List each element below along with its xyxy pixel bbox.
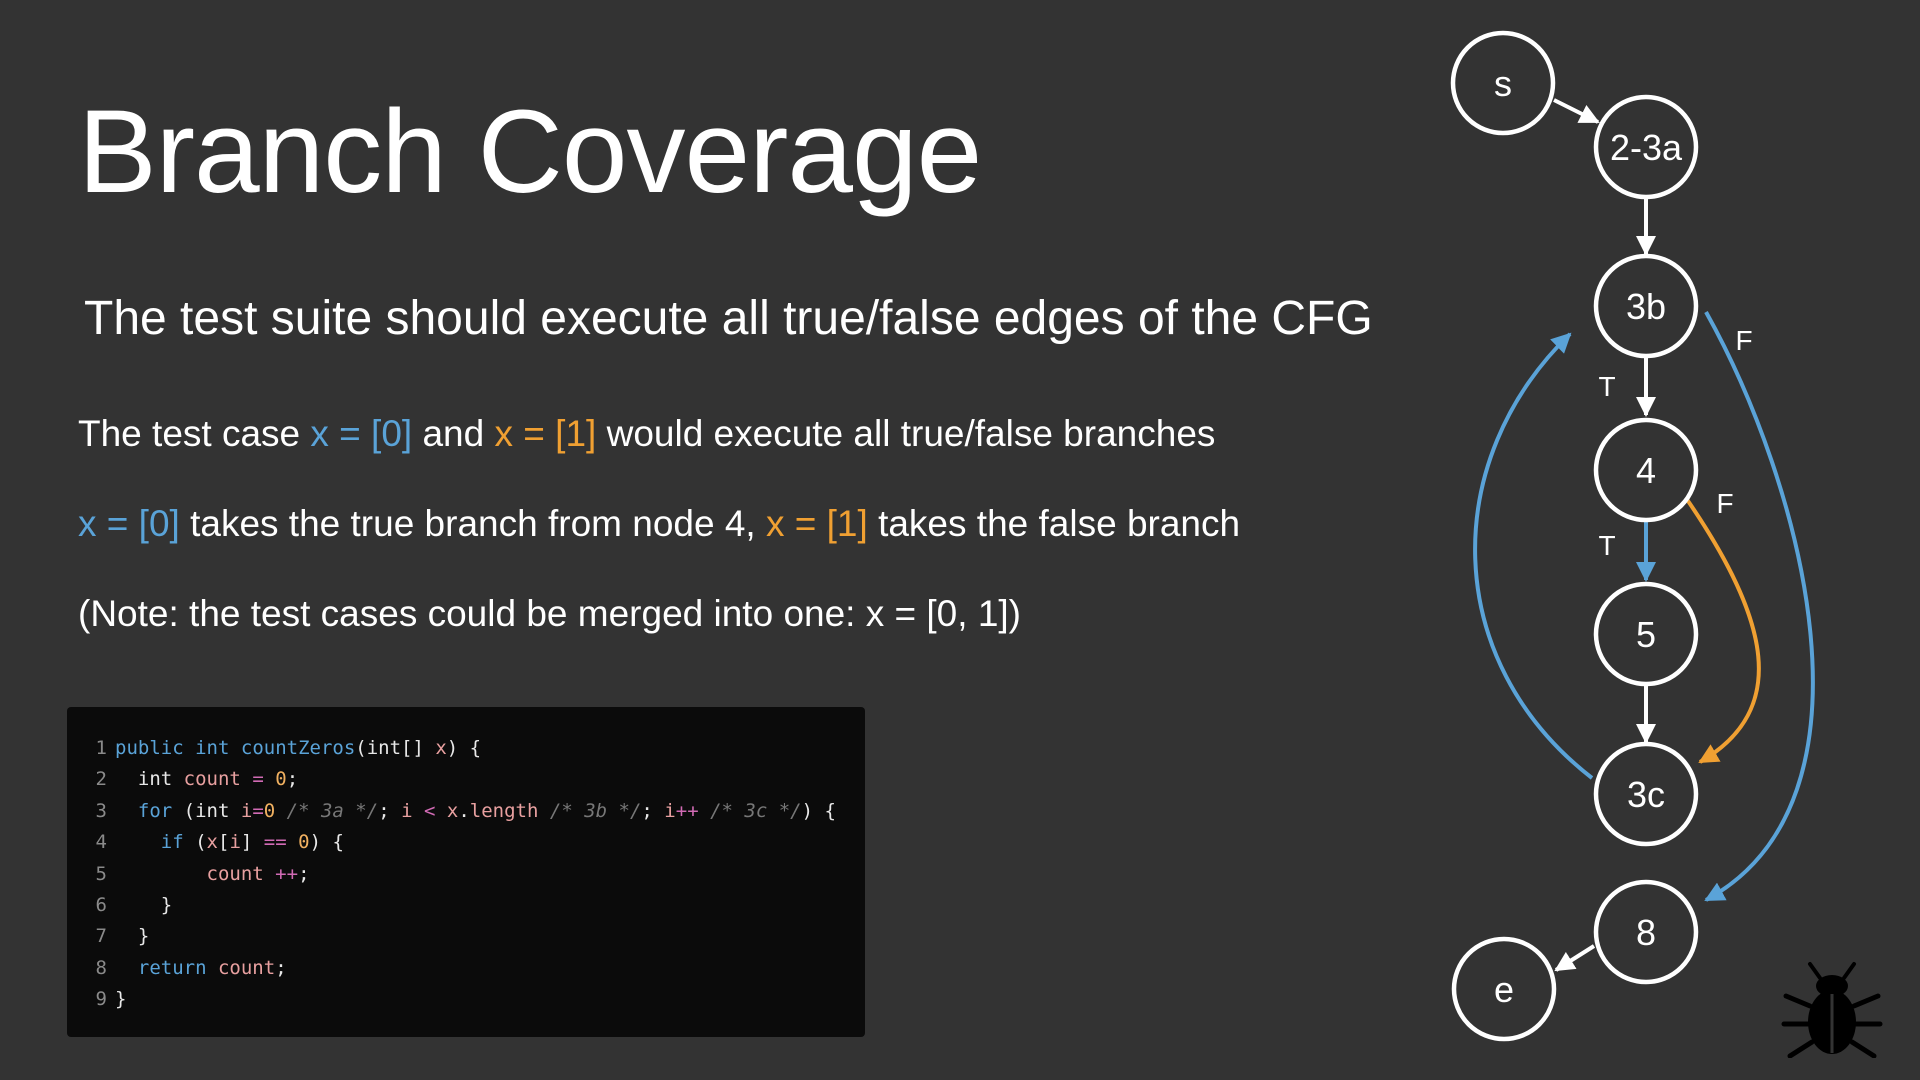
node-5-label: 5 [1636,614,1656,655]
node-3b-label: 3b [1626,286,1666,327]
edge-label-4-3c-false: F [1716,488,1733,519]
node-4-label: 4 [1636,450,1656,491]
node-4: 4 [1593,417,1699,523]
edge-8-to-e [1554,944,1596,972]
node-3c-label: 3c [1627,774,1665,815]
edge-3c-to-3b-loop [1473,332,1594,780]
node-2-3a: 2-3a [1593,94,1699,200]
node-e-label: e [1494,969,1514,1010]
node-8-label: 8 [1636,912,1656,953]
node-s-label: s [1494,63,1512,104]
bug-icon [1781,962,1883,1058]
edge-label-3b-8-false: F [1735,325,1752,356]
node-5: 5 [1593,581,1699,687]
node-e: e [1451,936,1557,1042]
edge-s-to-2-3a [1553,98,1600,124]
edge-label-4-5-true: T [1598,530,1615,561]
node-s: s [1450,30,1556,136]
node-8: 8 [1593,879,1699,985]
node-3c: 3c [1593,741,1699,847]
edge-3b-to-8-false [1704,311,1815,902]
node-3b: 3b [1593,253,1699,359]
node-2-3a-label: 2-3a [1610,127,1683,168]
edge-label-3b-4-true: T [1598,371,1615,402]
control-flow-graph: T F T F s 2-3a 3b 4 5 3c 8 e [1450,30,1815,1042]
